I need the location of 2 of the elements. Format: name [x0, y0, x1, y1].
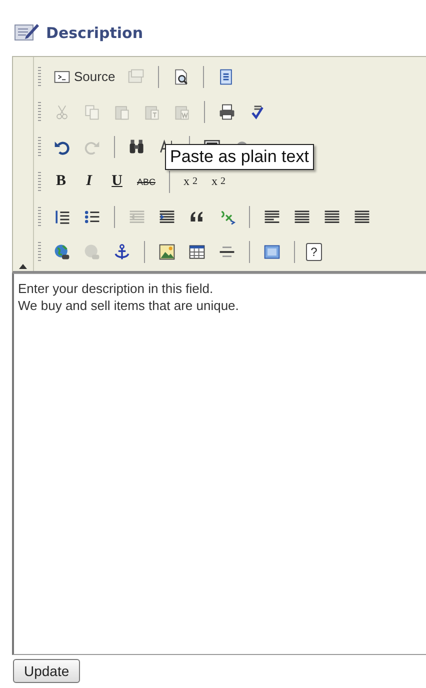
section-title: Description	[46, 24, 144, 42]
tooltip: Paste as plain text	[165, 144, 314, 170]
